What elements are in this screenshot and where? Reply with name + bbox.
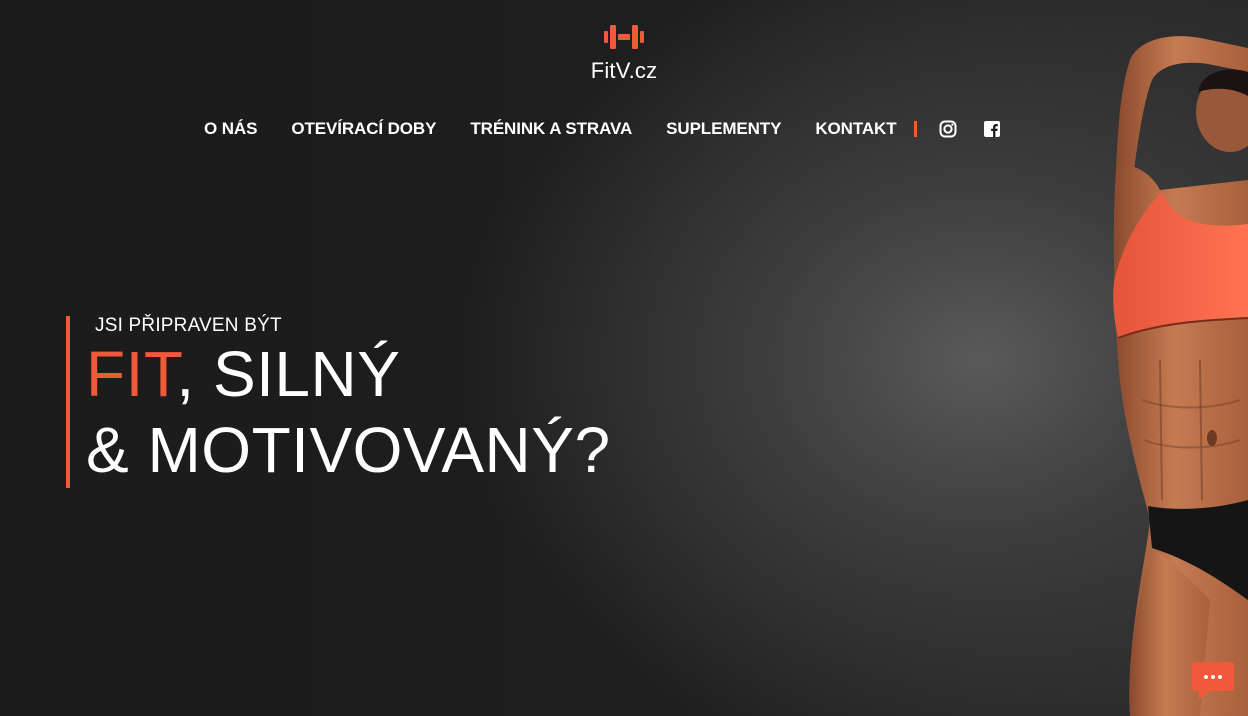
nav-item-oteviraci-doby[interactable]: OTEVÍRACÍ DOBY <box>291 119 436 139</box>
hero-title-line2: & MOTIVOVANÝ? <box>86 414 611 486</box>
instagram-icon[interactable] <box>939 120 957 138</box>
athlete-image <box>1113 36 1248 716</box>
hero-headline: JSI PŘIPRAVEN BÝT FIT, SILNÝ & MOTIVOVAN… <box>66 316 611 488</box>
chat-icon[interactable] <box>1191 660 1235 702</box>
site-name: FitV.cz <box>590 58 658 83</box>
hero-title-rest: , SILNÝ <box>176 338 401 410</box>
hero-title-accent: FIT <box>86 338 177 410</box>
facebook-icon[interactable] <box>983 120 1001 138</box>
nav-divider <box>914 121 918 137</box>
nav-item-o-nas[interactable]: O NÁS <box>204 119 257 139</box>
dumbbell-icon <box>604 25 644 49</box>
nav-item-kontakt[interactable]: KONTAKT <box>815 119 896 139</box>
nav-item-trenink-a-strava[interactable]: TRÉNINK A STRAVA <box>470 119 632 139</box>
hero-section: FitV.cz O NÁS OTEVÍRACÍ DOBY TRÉNINK A S… <box>0 0 1248 716</box>
hero-pre-title: JSI PŘIPRAVEN BÝT <box>95 315 282 336</box>
site-logo[interactable]: FitV.cz <box>0 22 1248 84</box>
nav-item-suplementy[interactable]: SUPLEMENTY <box>666 119 781 139</box>
hero-title-line1: FIT, SILNÝ <box>86 336 611 412</box>
